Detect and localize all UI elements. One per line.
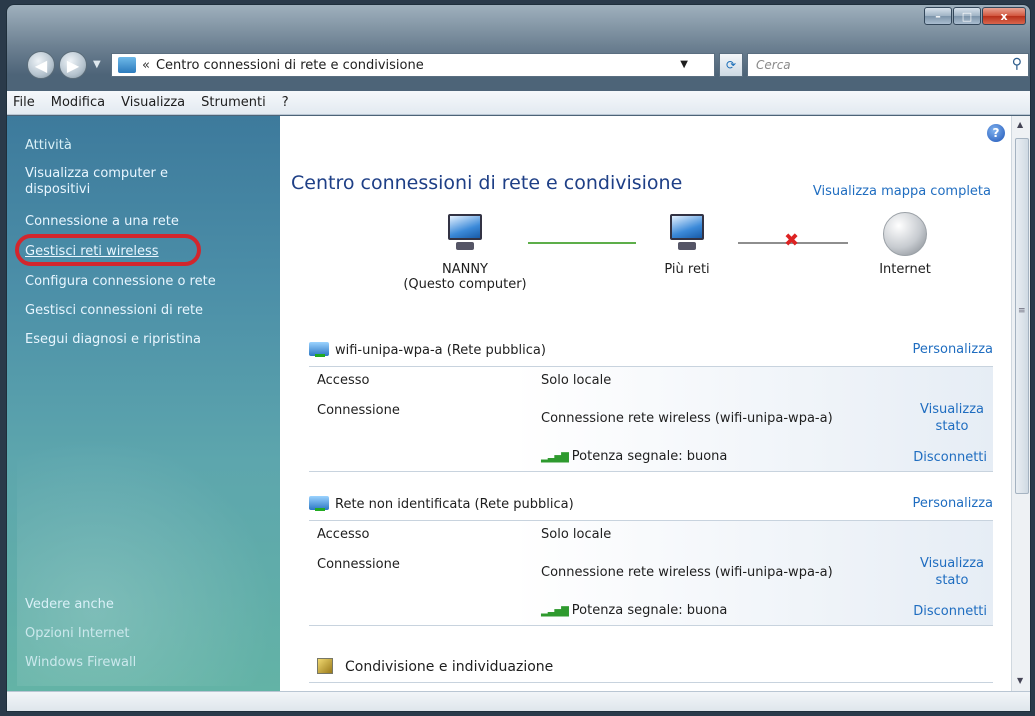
maximize-button[interactable]: □ xyxy=(953,7,981,25)
connection-label: Connessione xyxy=(317,557,400,572)
address-bar[interactable]: « Centro connessioni di rete e condivisi… xyxy=(111,53,715,77)
explorer-window: – □ x ◀ ▶ ▼ « Centro connessioni di rete… xyxy=(6,4,1031,712)
signal-bars-icon: ▂▃▅▇ xyxy=(541,606,569,617)
sidebar-decoration xyxy=(17,436,277,686)
main-content: ? Centro connessioni di rete e condivisi… xyxy=(280,116,1011,691)
access-label: Accesso xyxy=(317,527,370,542)
back-button[interactable]: ◀ xyxy=(27,51,55,79)
scroll-up-icon[interactable]: ▲ xyxy=(1017,120,1023,129)
divider xyxy=(309,682,993,683)
close-button[interactable]: x xyxy=(982,7,1026,25)
menu-tools[interactable]: Strumenti xyxy=(201,95,266,110)
sharing-section-heading: Condivisione e individuazione xyxy=(317,658,553,675)
internet-globe-icon xyxy=(883,212,927,256)
sharing-heading-text: Condivisione e individuazione xyxy=(345,659,554,675)
access-value: Solo locale xyxy=(541,373,612,388)
connection-label: Connessione xyxy=(317,403,400,418)
scroll-grip-icon: ≡ xyxy=(1018,306,1026,316)
network-name: wifi-unipa-wpa-a (Rete pubblica) xyxy=(335,343,546,358)
forward-arrow-icon: ▶ xyxy=(66,55,80,75)
menu-edit[interactable]: Modifica xyxy=(51,95,105,110)
network-header: wifi-unipa-wpa-a (Rete pubblica) Persona… xyxy=(309,342,993,358)
signal-bars-icon: ▂▃▅▇ xyxy=(541,452,569,463)
refresh-button[interactable]: ⟳ xyxy=(719,53,743,77)
map-node-internet[interactable]: Internet xyxy=(860,212,950,277)
customize-link[interactable]: Personalizza xyxy=(913,342,994,357)
wireless-network-icon xyxy=(309,342,329,357)
caption-buttons: – □ x xyxy=(923,7,1026,25)
access-value: Solo locale xyxy=(541,527,612,542)
vertical-scrollbar[interactable]: ▲ ≡ ▼ xyxy=(1011,116,1030,691)
view-status-link[interactable]: Visualizza stato xyxy=(917,401,987,435)
menu-bar: File Modifica Visualizza Strumenti ? xyxy=(7,91,1030,115)
disconnect-link[interactable]: Disconnetti xyxy=(913,603,987,620)
view-status-link[interactable]: Visualizza stato xyxy=(917,555,987,589)
history-dropdown-icon[interactable]: ▼ xyxy=(93,59,101,70)
scroll-down-icon[interactable]: ▼ xyxy=(1017,676,1023,685)
network-header: Rete non identificata (Rete pubblica) Pe… xyxy=(309,496,993,512)
computer-sublabel: (Questo computer) xyxy=(403,277,527,292)
sharing-icon xyxy=(317,658,333,674)
task-sidebar: Attività Visualizza computer e dispositi… xyxy=(7,116,280,691)
status-bar xyxy=(7,691,1030,711)
page-title: Centro connessioni di rete e condivision… xyxy=(291,172,683,194)
network-center-icon xyxy=(118,57,136,73)
back-arrow-icon: ◀ xyxy=(34,55,48,75)
address-dropdown-icon[interactable]: ▼ xyxy=(680,59,688,70)
computer-name: NANNY xyxy=(441,262,488,277)
signal-strength: ▂▃▅▇ Potenza segnale: buona xyxy=(541,449,727,464)
map-node-multiple-networks[interactable]: Più reti xyxy=(632,212,742,277)
signal-strength: ▂▃▅▇ Potenza segnale: buona xyxy=(541,603,727,618)
view-full-map-link[interactable]: Visualizza mappa completa xyxy=(813,184,991,199)
network-name: Rete non identificata (Rete pubblica) xyxy=(335,497,574,512)
task-diagnose-repair[interactable]: Esegui diagnosi e ripristina xyxy=(25,332,201,348)
multiple-networks-icon xyxy=(666,212,708,252)
connection-value: Connessione rete wireless (wifi-unipa-wp… xyxy=(541,411,833,426)
task-connect-network[interactable]: Connessione a una rete xyxy=(25,214,179,230)
disconnected-x-icon: ✖ xyxy=(784,230,800,251)
network-details: Accesso Solo locale Connessione Connessi… xyxy=(309,520,993,626)
search-input[interactable]: Cerca ⚲ xyxy=(747,53,1029,77)
menu-file[interactable]: File xyxy=(13,95,35,110)
wireless-network-icon xyxy=(309,496,329,511)
breadcrumb-location[interactable]: Centro connessioni di rete e condivision… xyxy=(156,58,424,73)
see-also-heading: Vedere anche xyxy=(25,597,114,612)
access-label: Accesso xyxy=(317,373,370,388)
computer-icon xyxy=(444,212,486,252)
breadcrumb-overflow[interactable]: « xyxy=(142,58,150,73)
signal-strength-text: Potenza segnale: buona xyxy=(571,449,728,464)
menu-help[interactable]: ? xyxy=(282,95,289,110)
see-also-internet-options[interactable]: Opzioni Internet xyxy=(25,626,129,642)
disconnect-link[interactable]: Disconnetti xyxy=(913,449,987,466)
refresh-icon: ⟳ xyxy=(725,58,737,72)
help-icon[interactable]: ? xyxy=(987,124,1005,142)
address-toolbar: ◀ ▶ ▼ « Centro connessioni di rete e con… xyxy=(7,43,1030,87)
map-link-connected xyxy=(528,242,636,244)
search-placeholder: Cerca xyxy=(756,58,791,72)
signal-strength-text: Potenza segnale: buona xyxy=(571,603,728,618)
tasks-heading: Attività xyxy=(25,138,72,153)
task-view-computers[interactable]: Visualizza computer e dispositivi xyxy=(25,166,195,198)
menu-view[interactable]: Visualizza xyxy=(121,95,185,110)
map-node-computer[interactable]: NANNY (Questo computer) xyxy=(390,212,540,292)
scrollbar-thumb[interactable] xyxy=(1015,138,1029,494)
connection-value: Connessione rete wireless (wifi-unipa-wp… xyxy=(541,565,833,580)
network-details: Accesso Solo locale Connessione Connessi… xyxy=(309,366,993,472)
forward-button[interactable]: ▶ xyxy=(59,51,87,79)
search-icon[interactable]: ⚲ xyxy=(1012,56,1022,72)
multiple-networks-label: Più reti xyxy=(664,262,710,277)
see-also-windows-firewall[interactable]: Windows Firewall xyxy=(25,655,136,671)
task-manage-connections[interactable]: Gestisci connessioni di rete xyxy=(25,303,203,319)
minimize-button[interactable]: – xyxy=(924,7,952,25)
internet-label: Internet xyxy=(879,262,931,277)
highlight-circle xyxy=(15,234,201,266)
customize-link[interactable]: Personalizza xyxy=(913,496,994,511)
task-setup-connection[interactable]: Configura connessione o rete xyxy=(25,274,216,290)
